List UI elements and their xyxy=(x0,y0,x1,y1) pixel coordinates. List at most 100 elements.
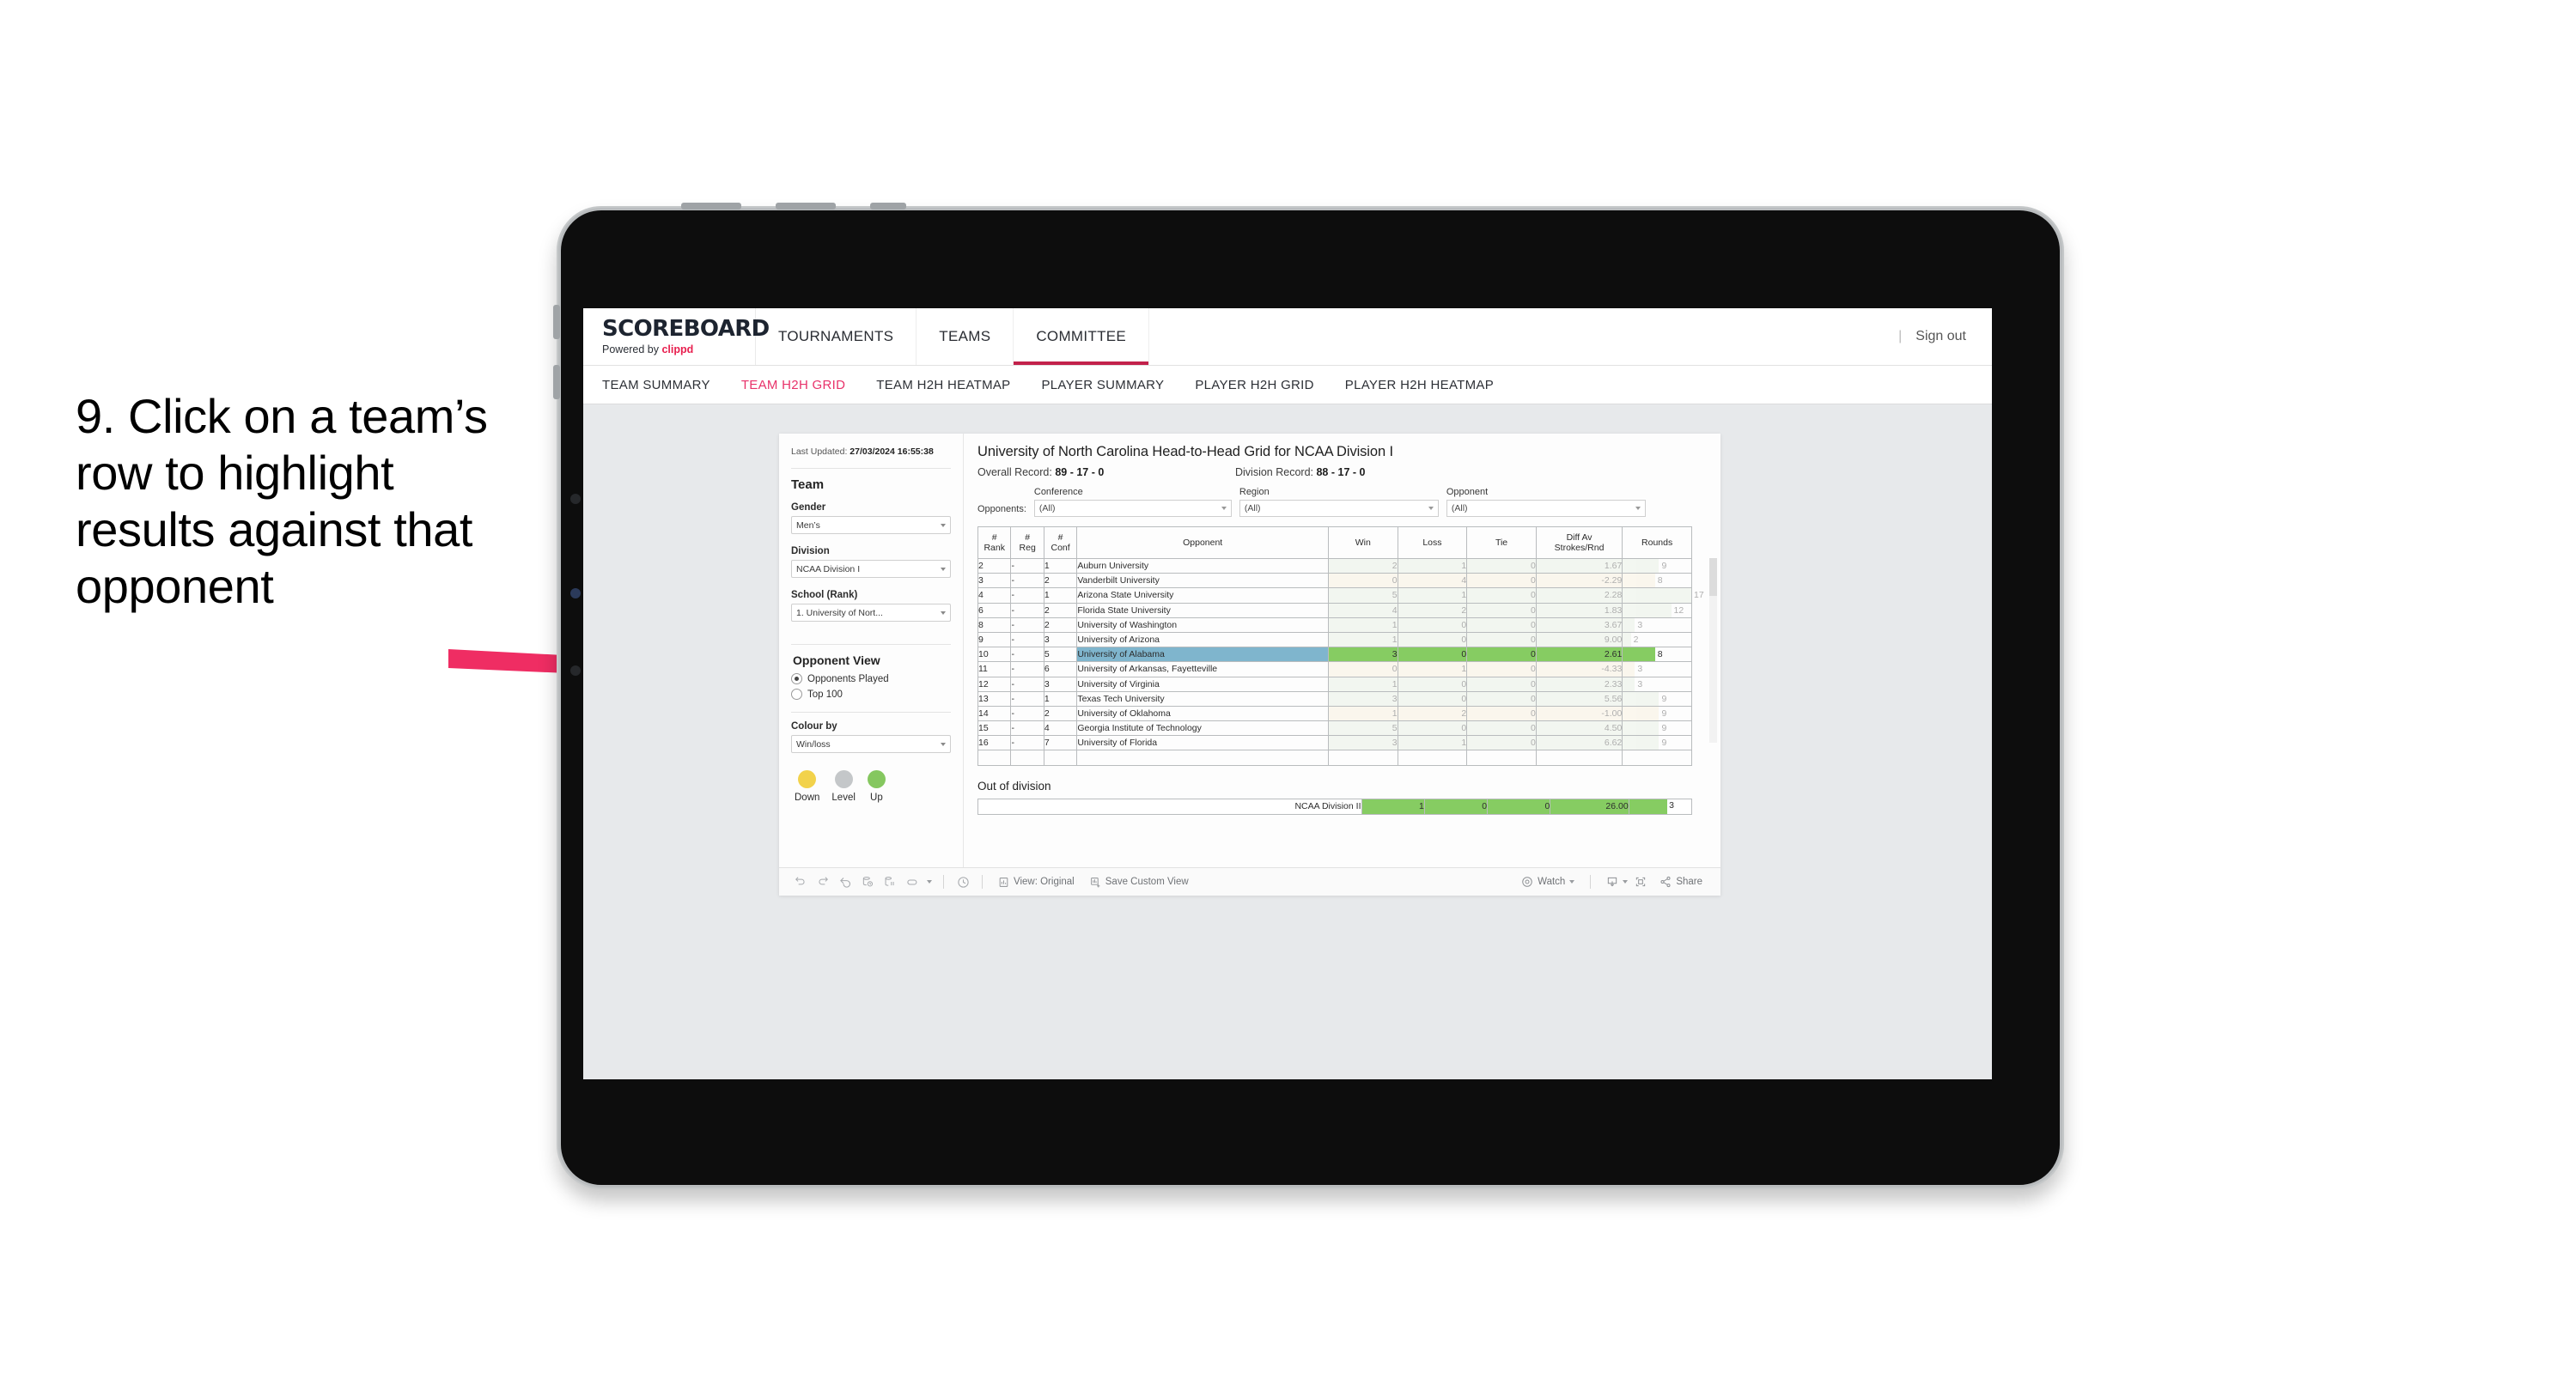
pause-auto-update-icon[interactable] xyxy=(901,871,923,893)
cell-opponent[interactable]: University of Washington xyxy=(1076,617,1330,633)
table-row[interactable]: 3-2 Vanderbilt University 0 4 0 -2.29 8 xyxy=(977,573,1692,589)
nav-item-committee[interactable]: COMMITTEE xyxy=(1014,308,1150,365)
device-button-top-1 xyxy=(681,203,741,210)
rounds-value: 9 xyxy=(1661,561,1667,572)
cell-opponent[interactable]: University of Alabama xyxy=(1076,647,1330,663)
tablet-screen: SCOREBOARD Powered by clippd TOURNAMENTS… xyxy=(583,308,1992,1079)
tab-team-h2h-heatmap[interactable]: TEAM H2H HEATMAP xyxy=(876,378,1010,392)
conference-select[interactable]: (All) xyxy=(1033,500,1232,517)
view-original-button[interactable]: View: Original xyxy=(990,877,1082,888)
colour-by-filter: Colour by Win/loss xyxy=(791,721,951,754)
school-label: School (Rank) xyxy=(791,590,858,601)
gender-select[interactable]: Men’s xyxy=(791,516,951,535)
filler-cell xyxy=(1076,750,1330,766)
cell-opponent[interactable]: University of Arizona xyxy=(1076,631,1330,648)
division-select[interactable]: NCAA Division I xyxy=(791,560,951,579)
table-row[interactable]: 14-2 University of Oklahoma 1 2 0 -1.00 9 xyxy=(977,705,1692,722)
history-clock-icon[interactable] xyxy=(952,871,974,893)
chevron-down-icon xyxy=(941,742,946,746)
radio-opponents-played[interactable]: Opponents Played xyxy=(791,673,951,685)
cell-win: 5 xyxy=(1328,720,1398,737)
table-row[interactable]: 9-3 University of Arizona 1 0 0 9.00 2 xyxy=(977,631,1692,648)
refresh-data-icon[interactable] xyxy=(856,871,879,893)
cell-opponent[interactable]: University of Virginia xyxy=(1076,676,1330,692)
grid-scrollbar-thumb[interactable] xyxy=(1709,558,1717,596)
cell-opponent[interactable]: University of Oklahoma xyxy=(1076,705,1330,722)
table-row[interactable]: 13-1 Texas Tech University 3 0 0 5.56 9 xyxy=(977,690,1692,707)
conference-value: (All) xyxy=(1038,503,1056,513)
top-navigation-bar: SCOREBOARD Powered by clippd TOURNAMENTS… xyxy=(583,308,1992,366)
share-button[interactable]: Share xyxy=(1652,876,1710,888)
undo-icon[interactable] xyxy=(789,871,812,893)
table-row[interactable]: 12-3 University of Virginia 1 0 0 2.33 3 xyxy=(977,676,1692,692)
tab-player-summary[interactable]: PLAYER SUMMARY xyxy=(1041,378,1164,392)
download-button[interactable] xyxy=(1599,876,1629,888)
opponent-label: Opponent xyxy=(1446,487,1489,497)
pause-data-icon[interactable] xyxy=(879,871,901,893)
colour-legend: Down Level Up xyxy=(791,770,951,803)
table-row[interactable]: 6-2 Florida State University 4 2 0 1.83 12 xyxy=(977,602,1692,618)
rounds-value: 9 xyxy=(1661,693,1667,704)
table-row[interactable]: 16-7 University of Florida 3 1 0 6.62 9 xyxy=(977,735,1692,751)
region-select[interactable]: (All) xyxy=(1239,500,1439,517)
rounds-value: 3 xyxy=(1637,678,1643,689)
cell-conf: 5 xyxy=(1043,647,1078,663)
school-value: 1. University of Nort... xyxy=(796,607,883,618)
nav-item-tournaments[interactable]: TOURNAMENTS xyxy=(756,308,917,365)
brand-sub-name: clippd xyxy=(661,343,694,355)
cell-opponent[interactable]: Auburn University xyxy=(1076,557,1330,574)
radio-top-100[interactable]: Top 100 xyxy=(791,689,951,701)
filters-sidebar: Last Updated: 27/03/2024 16:55:38 Team G… xyxy=(779,434,964,867)
cell-rank: 13 xyxy=(977,690,1012,707)
cell-reg: - xyxy=(1010,573,1044,589)
cell-opponent[interactable]: Vanderbilt University xyxy=(1076,573,1330,589)
tab-player-h2h-grid[interactable]: PLAYER H2H GRID xyxy=(1195,378,1313,392)
cell-rounds: 9 xyxy=(1622,690,1692,707)
fullscreen-icon[interactable] xyxy=(1629,871,1652,893)
col-rank-line2: Rank xyxy=(984,543,1005,553)
cell-reg: - xyxy=(1010,647,1044,663)
cell-diff: 2.33 xyxy=(1535,676,1623,692)
save-custom-view-button[interactable]: Save Custom View xyxy=(1082,877,1197,888)
table-row[interactable]: 10-5 University of Alabama 3 0 0 2.61 8 xyxy=(977,647,1692,663)
cell-opponent[interactable]: Florida State University xyxy=(1076,602,1330,618)
sign-out-link[interactable]: Sign out xyxy=(1915,329,1966,344)
school-select[interactable]: 1. University of Nort... xyxy=(791,604,951,623)
cell-opponent[interactable]: University of Florida xyxy=(1076,735,1330,751)
cell-rounds: 3 xyxy=(1622,676,1692,692)
table-row[interactable]: 8-2 University of Washington 1 0 0 3.67 3 xyxy=(977,617,1692,633)
top-nav-right: | Sign out xyxy=(1898,308,1992,365)
cell-diff: 1.83 xyxy=(1535,602,1623,618)
redo-icon[interactable] xyxy=(812,871,834,893)
cell-opponent[interactable]: Georgia Institute of Technology xyxy=(1076,720,1330,737)
tab-team-h2h-grid[interactable]: TEAM H2H GRID xyxy=(741,378,845,392)
toolbar-dropdown-caret-icon[interactable] xyxy=(923,871,935,893)
table-row[interactable]: 2-1 Auburn University 2 1 0 1.67 9 xyxy=(977,557,1692,574)
rounds-value: 8 xyxy=(1657,575,1663,586)
tab-team-summary[interactable]: TEAM SUMMARY xyxy=(602,378,710,392)
rounds-bar xyxy=(1623,588,1691,603)
out-of-division-row[interactable]: NCAA Division II 1 0 0 26.00 3 xyxy=(977,798,1693,815)
watch-button[interactable]: Watch xyxy=(1513,876,1582,888)
colour-by-select[interactable]: Win/loss xyxy=(791,735,951,754)
cell-opponent[interactable]: Arizona State University xyxy=(1076,587,1330,604)
col-conf: # Conf xyxy=(1043,526,1078,559)
filler-cell xyxy=(1622,750,1692,766)
tab-player-h2h-heatmap[interactable]: PLAYER H2H HEATMAP xyxy=(1345,378,1494,392)
nav-item-teams[interactable]: TEAMS xyxy=(917,308,1014,365)
table-row[interactable]: 15-4 Georgia Institute of Technology 5 0 0 4.… xyxy=(977,720,1692,737)
revert-icon[interactable] xyxy=(834,871,856,893)
cell-opponent[interactable]: University of Arkansas, Fayetteville xyxy=(1076,661,1330,677)
sub-navigation-bar: TEAM SUMMARY TEAM H2H GRID TEAM H2H HEAT… xyxy=(583,366,1992,404)
rounds-value: 3 xyxy=(1637,664,1643,675)
cell-win: 1 xyxy=(1328,676,1398,692)
opponent-select[interactable]: (All) xyxy=(1446,500,1646,517)
cell-opponent[interactable]: Texas Tech University xyxy=(1076,690,1330,707)
grid-scrollbar[interactable] xyxy=(1709,558,1717,743)
nav-divider: | xyxy=(1898,329,1903,343)
table-row[interactable]: 4-1 Arizona State University 5 1 0 2.28 17 xyxy=(977,587,1704,604)
rounds-bar xyxy=(1623,721,1659,736)
filler-cell xyxy=(1466,750,1537,766)
ood-win: 1 xyxy=(1361,798,1425,815)
table-row[interactable]: 11-6 University of Arkansas, Fayetteville… xyxy=(977,661,1692,677)
